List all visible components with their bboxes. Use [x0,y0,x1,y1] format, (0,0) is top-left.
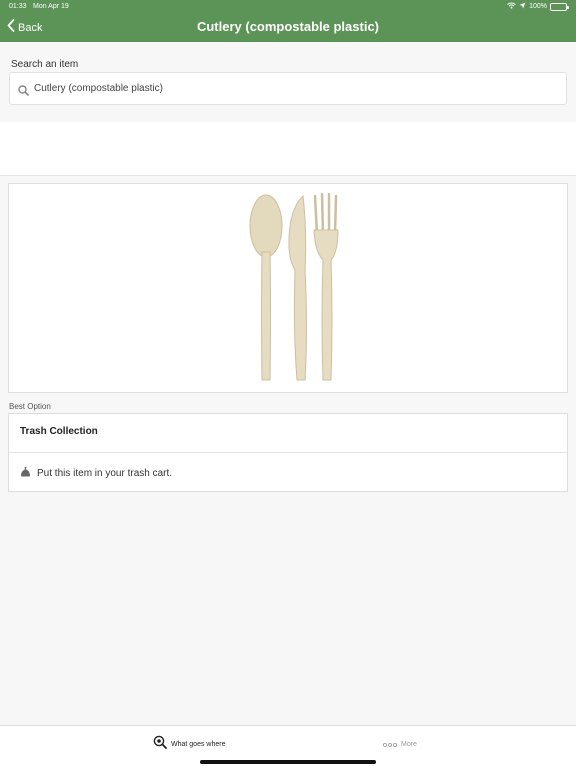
status-right: 100% [507,2,569,11]
battery-icon [550,2,569,11]
search-input[interactable] [34,73,554,104]
spacer-band [0,122,576,176]
nav-bar: Back Cutlery (compostable plastic) [0,13,576,42]
trash-bag-icon [20,464,31,482]
option-instruction: Put this item in your trash cart. [37,467,173,479]
home-indicator[interactable] [200,760,376,764]
option-instruction-row: Put this item in your trash cart. [20,464,172,482]
search-icon [18,83,29,101]
tab-label: More [401,740,417,748]
item-image-card [8,183,568,393]
location-icon [519,2,526,11]
magnifier-icon [153,735,167,754]
status-bar: 01:33 Mon Apr 19 100% [0,0,576,13]
status-date: Mon Apr 19 [33,3,69,10]
tab-label: What goes where [171,741,226,748]
status-time: 01:33 [9,3,27,10]
best-option-card: Trash Collection Put this item in your t… [8,413,568,492]
wifi-icon [507,2,516,11]
cutlery-image [249,192,339,381]
battery-percent: 100% [529,3,547,10]
search-box[interactable] [9,72,567,105]
tab-bar: What goes where More [0,725,576,768]
search-label: Search an item [11,59,79,70]
tab-more[interactable]: More [382,735,417,753]
option-title: Trash Collection [20,426,98,437]
tab-what-goes-where[interactable]: What goes where [153,735,225,754]
best-option-label: Best Option [9,402,51,411]
search-section: Search an item [0,42,576,122]
more-dots-icon [382,735,397,753]
divider [9,452,567,453]
page-title: Cutlery (compostable plastic) [196,19,380,34]
